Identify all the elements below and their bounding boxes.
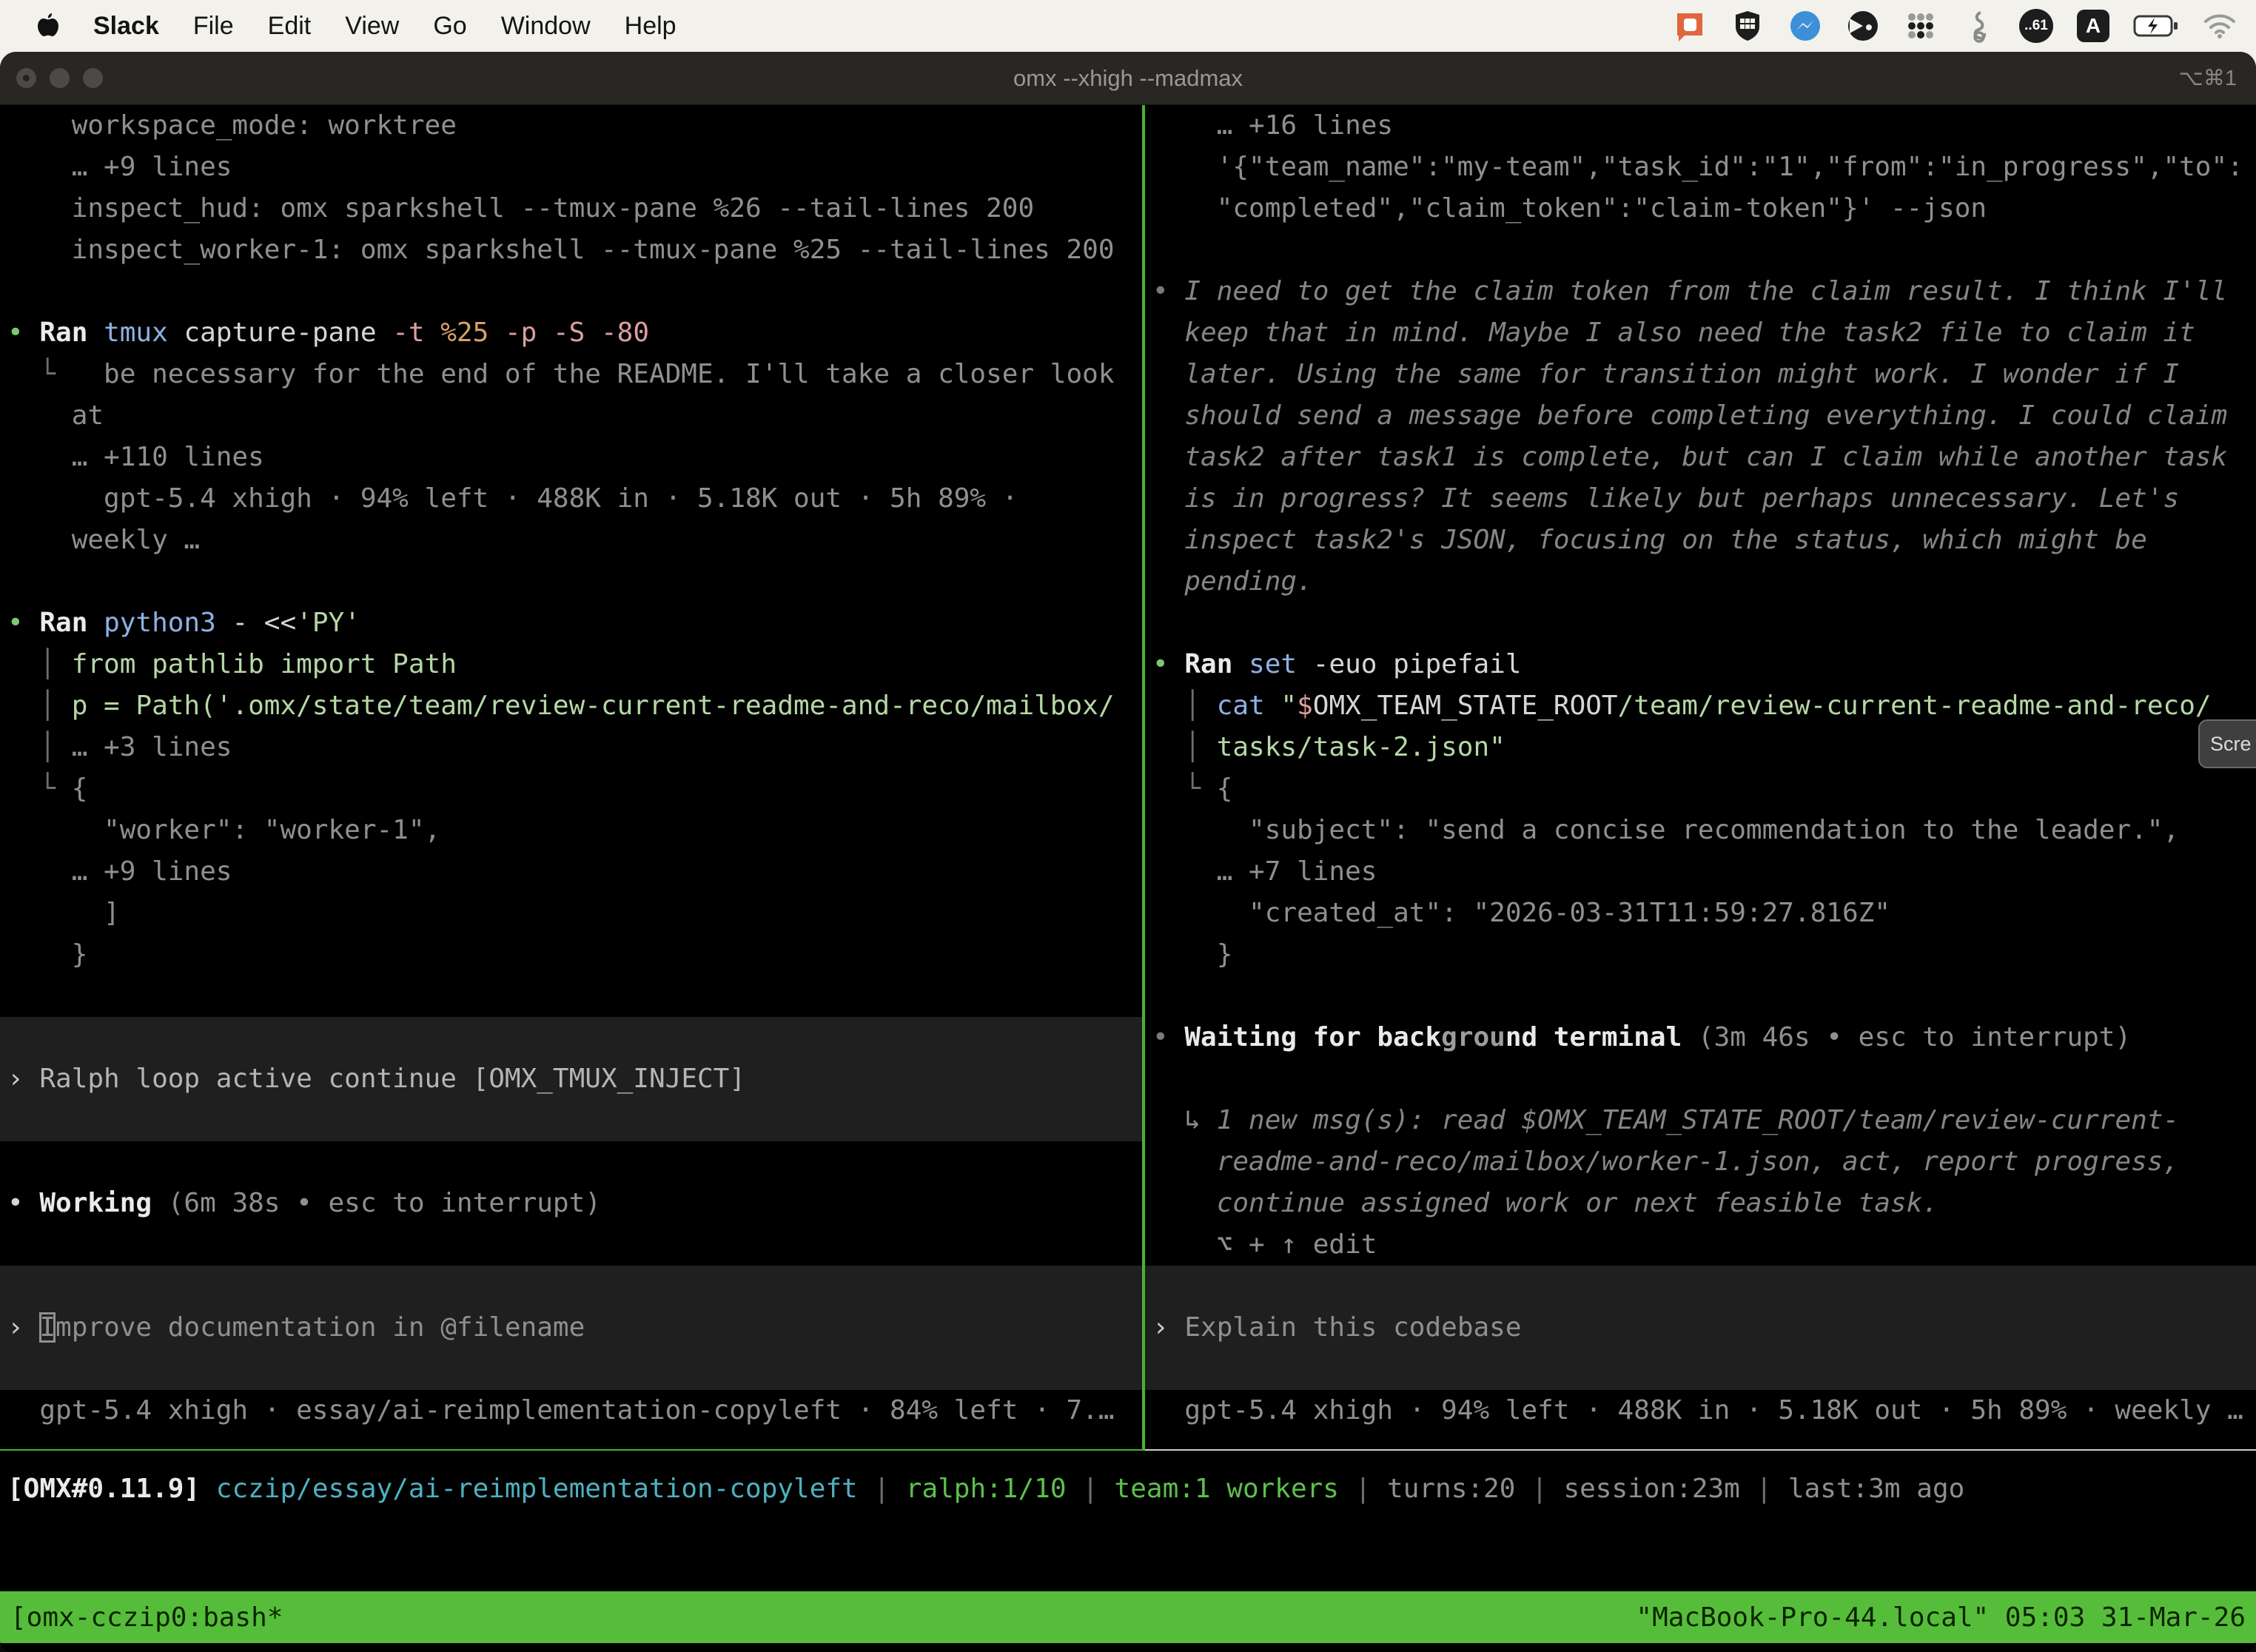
terminal-line — [1145, 1266, 2256, 1307]
terminal-line: • Ran set -euo pipefail — [1152, 644, 2256, 685]
terminal-line — [1152, 1058, 2256, 1100]
terminal-line: … +7 lines — [1152, 851, 2256, 893]
left-terminal-pane[interactable]: workspace_mode: worktree … +9 lines insp… — [0, 105, 1142, 1449]
input-source-badge[interactable]: A — [2077, 10, 2109, 42]
terminal-line: weekly … — [7, 520, 1142, 561]
hud-border — [0, 1449, 2256, 1451]
terminal-line: "worker": "worker-1", — [7, 810, 1142, 851]
title-bar: omx --xhigh --madmax ⌥⌘1 — [0, 52, 2256, 105]
menu-item-go[interactable]: Go — [433, 12, 466, 41]
terminal-line: └ { — [1152, 768, 2256, 810]
terminal-line: pending. — [1152, 561, 2256, 602]
terminal-line — [0, 1017, 1142, 1058]
terminal-line: › Improve documentation in @filename — [0, 1307, 1142, 1349]
screen-share-overlay[interactable]: Scre — [2198, 719, 2256, 768]
apple-menu-icon[interactable] — [36, 11, 61, 41]
terminal-line: └ be necessary for the end of the README… — [7, 354, 1142, 395]
terminal-line — [7, 976, 1142, 1017]
terminal-line: › Ralph loop active continue [OMX_TMUX_I… — [0, 1058, 1142, 1100]
terminal-line: continue assigned work or next feasible … — [1152, 1183, 2256, 1224]
terminal-line — [7, 1141, 1142, 1183]
terminal-line: later. Using the same for transition mig… — [1152, 354, 2256, 395]
window-shortcut: ⌥⌘1 — [2178, 65, 2237, 91]
terminal-line: │ tasks/task-2.json" — [1152, 727, 2256, 768]
messenger-icon[interactable] — [1788, 9, 1822, 43]
terminal-line — [0, 1100, 1142, 1141]
menu-item-edit[interactable]: Edit — [268, 12, 312, 41]
terminal-line: "completed","claim_token":"claim-token"}… — [1152, 188, 2256, 229]
terminal-line: … +9 lines — [7, 147, 1142, 188]
terminal-line: │ … +3 lines — [7, 727, 1142, 768]
terminal-line: • I need to get the claim token from the… — [1152, 271, 2256, 312]
terminal-line: is in progress? It seems likely but perh… — [1152, 478, 2256, 520]
terminal-line: gpt-5.4 xhigh · 94% left · 488K in · 5.1… — [7, 478, 1142, 520]
hud-pane: [OMX#0.11.9] cczip/essay/ai-reimplementa… — [0, 1451, 2256, 1591]
terminal-line: │ cat "$OMX_TEAM_STATE_ROOT/team/review-… — [1152, 685, 2256, 727]
terminal-line — [0, 1349, 1142, 1390]
terminal-line: } — [7, 934, 1142, 976]
menu-item-file[interactable]: File — [193, 12, 234, 41]
battery-icon[interactable] — [2133, 9, 2179, 43]
terminal-line — [7, 1224, 1142, 1266]
pie-icon[interactable] — [1846, 9, 1880, 43]
terminal-line: } — [1152, 934, 2256, 976]
terminal-line: keep that in mind. Maybe I also need the… — [1152, 312, 2256, 354]
terminal-line: inspect task2's JSON, focusing on the st… — [1152, 520, 2256, 561]
terminal-line: • Waiting for background terminal (3m 46… — [1152, 1017, 2256, 1058]
menu-item-app[interactable]: Slack — [93, 12, 159, 41]
terminal-window: omx --xhigh --madmax ⌥⌘1 workspace_mode:… — [0, 52, 2256, 1652]
tmux-status-bar[interactable]: [omx-cczip0:bash* "MacBook-Pro-44.local"… — [0, 1591, 2256, 1643]
terminal-line: should send a message before completing … — [1152, 395, 2256, 437]
terminal-line: … +110 lines — [7, 437, 1142, 478]
menu-item-help[interactable]: Help — [625, 12, 677, 41]
terminal-line: inspect_hud: omx sparkshell --tmux-pane … — [7, 188, 1142, 229]
terminal-line: … +9 lines — [7, 851, 1142, 893]
tmux-panes: workspace_mode: worktree … +9 lines insp… — [0, 105, 2256, 1449]
keystroke-counter-badge[interactable]: ..61 — [2019, 9, 2053, 43]
menu-status-icons: ..61 A — [1673, 9, 2249, 43]
terminal-line — [1152, 976, 2256, 1017]
chat-icon[interactable] — [1673, 9, 1707, 43]
terminal-line: "created_at": "2026-03-31T11:59:27.816Z" — [1152, 893, 2256, 934]
terminal-line: '{"team_name":"my-team","task_id":"1","f… — [1152, 147, 2256, 188]
right-terminal-pane[interactable]: … +16 lines '{"team_name":"my-team","tas… — [1145, 105, 2256, 1449]
terminal-line: ] — [7, 893, 1142, 934]
shield-grid-icon[interactable] — [1730, 9, 1765, 43]
terminal-line — [7, 561, 1142, 602]
dragon-icon[interactable] — [1961, 9, 1995, 43]
terminal-line — [0, 1266, 1142, 1307]
terminal-line: ↳ 1 new msg(s): read $OMX_TEAM_STATE_ROO… — [1152, 1100, 2256, 1141]
hud-status-line: [OMX#0.11.9] cczip/essay/ai-reimplementa… — [7, 1468, 2256, 1510]
terminal-line: • Ran python3 - <<'PY' — [7, 602, 1142, 644]
tmux-session-label[interactable]: [omx-cczip0:bash* — [10, 1602, 283, 1633]
terminal-line: › Explain this codebase — [1145, 1307, 2256, 1349]
terminal-line: workspace_mode: worktree — [7, 105, 1142, 147]
terminal-line — [1152, 229, 2256, 271]
window-bottom-edge — [0, 1643, 2256, 1652]
menu-bar: Slack File Edit View Go Window Help ..61… — [0, 0, 2256, 52]
window-title: omx --xhigh --madmax — [0, 65, 2256, 92]
terminal-line: │ from pathlib import Path — [7, 644, 1142, 685]
menu-item-view[interactable]: View — [345, 12, 399, 41]
terminal-line: inspect_worker-1: omx sparkshell --tmux-… — [7, 229, 1142, 271]
tmux-host-time: "MacBook-Pro-44.local" 05:03 31-Mar-26 — [1636, 1602, 2246, 1633]
terminal-line: │ p = Path('.omx/state/team/review-curre… — [7, 685, 1142, 727]
terminal-line: ⌥ + ↑ edit — [1152, 1224, 2256, 1266]
terminal-line: gpt-5.4 xhigh · essay/ai-reimplementatio… — [7, 1390, 1142, 1431]
terminal-line: gpt-5.4 xhigh · 94% left · 488K in · 5.1… — [1152, 1390, 2256, 1431]
terminal-line — [1145, 1349, 2256, 1390]
terminal-line: … +16 lines — [1152, 105, 2256, 147]
terminal-line: at — [7, 395, 1142, 437]
menu-item-window[interactable]: Window — [501, 12, 591, 41]
terminal-line — [7, 271, 1142, 312]
terminal-line: task2 after task1 is complete, but can I… — [1152, 437, 2256, 478]
dots-grid-icon[interactable] — [1904, 9, 1938, 43]
terminal-line: readme-and-reco/mailbox/worker-1.json, a… — [1152, 1141, 2256, 1183]
terminal-line: • Ran tmux capture-pane -t %25 -p -S -80 — [7, 312, 1142, 354]
wifi-icon[interactable] — [2203, 9, 2237, 43]
terminal-line: └ { — [7, 768, 1142, 810]
terminal-line: • Working (6m 38s • esc to interrupt) — [7, 1183, 1142, 1224]
terminal-line: "subject": "send a concise recommendatio… — [1152, 810, 2256, 851]
terminal-line — [1152, 602, 2256, 644]
